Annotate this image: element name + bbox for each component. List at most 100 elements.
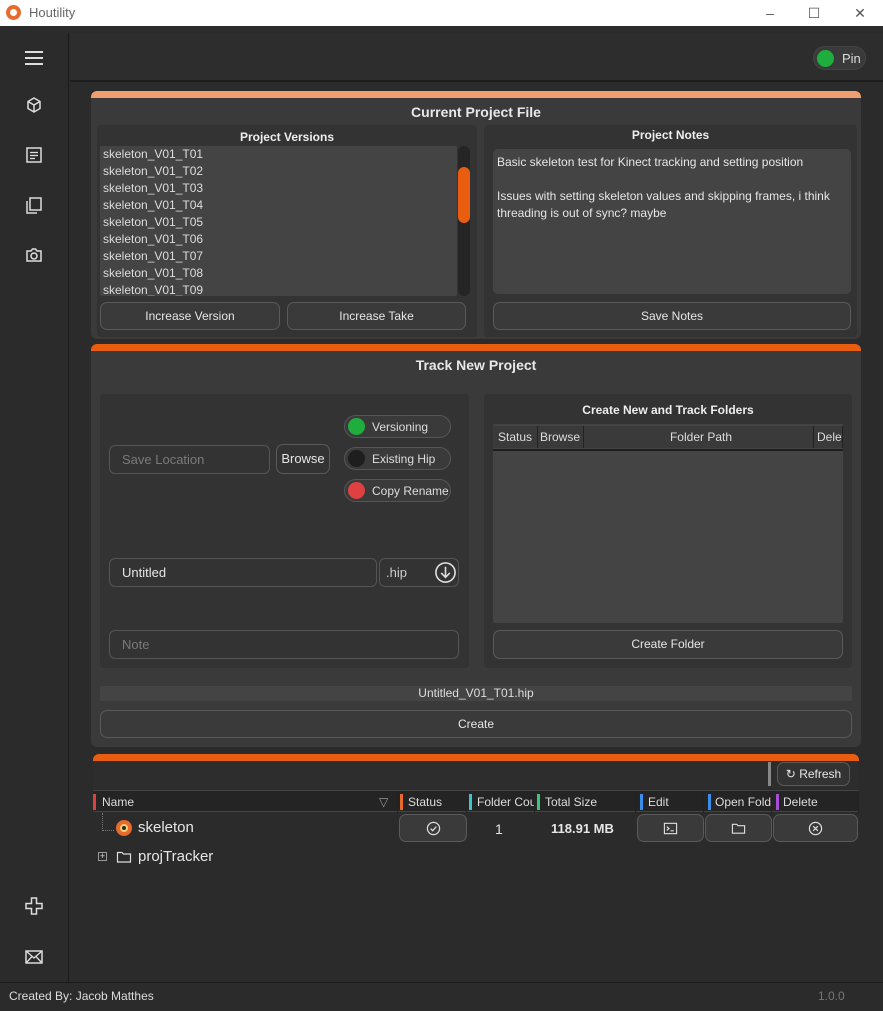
camera-icon[interactable] (24, 245, 44, 265)
column-open-folder[interactable]: Open Folder (706, 791, 772, 813)
open-folder-button[interactable] (705, 814, 772, 842)
plus-icon[interactable] (24, 896, 44, 916)
current-project-panel: Current Project File Project Versions sk… (91, 91, 861, 339)
column-accent (537, 794, 540, 810)
cube-icon[interactable] (24, 95, 44, 115)
column-edit[interactable]: Edit (638, 791, 704, 813)
save-location-input[interactable]: Save Location (109, 445, 270, 474)
column-accent (776, 794, 779, 810)
download-icon[interactable] (434, 561, 457, 584)
sort-down-icon[interactable]: ▽ (379, 791, 388, 813)
panel-title: Current Project File (411, 104, 541, 120)
versions-title: Project Versions (239, 130, 335, 144)
column-label: Name (102, 795, 135, 809)
list-item[interactable]: skeleton_V01_T07 (100, 248, 457, 265)
toggle-label: Copy Rename (372, 484, 449, 498)
column-label: Edit (648, 795, 669, 809)
column-browse[interactable]: Browse (538, 426, 584, 448)
status-check-button[interactable] (399, 814, 467, 842)
expand-icon[interactable]: + (98, 852, 107, 861)
column-accent (93, 794, 96, 810)
row-name: projTracker (138, 848, 214, 865)
column-label: Folder Count (477, 795, 534, 809)
total-size-value: 118.91 MB (551, 821, 614, 836)
version-text: 1.0.0 (818, 989, 845, 1003)
folder-count-value: 1 (495, 821, 503, 837)
pin-indicator-icon (817, 50, 834, 67)
tree-line (102, 813, 103, 831)
column-status[interactable]: Status (400, 791, 467, 813)
track-new-project-panel: Track New Project Save Location Browse V… (91, 344, 861, 747)
mail-icon[interactable] (24, 947, 44, 967)
column-folder-count[interactable]: Folder Count (469, 791, 535, 813)
browse-button[interactable]: Browse (276, 444, 330, 474)
existing-hip-toggle[interactable]: Existing Hip (344, 447, 451, 470)
refresh-label: Refresh (799, 767, 842, 781)
check-circle-icon (426, 821, 441, 836)
document-icon[interactable] (24, 145, 44, 165)
column-label: Status (408, 795, 443, 809)
list-item[interactable]: skeleton_V01_T04 (100, 197, 457, 214)
folders-box: Create New and Track Folders Status Brow… (484, 394, 852, 668)
edit-button[interactable] (637, 814, 704, 842)
list-item[interactable]: skeleton_V01_T09 (100, 282, 457, 296)
list-item[interactable]: skeleton_V01_T01 (100, 146, 457, 163)
column-status[interactable]: Status (493, 426, 538, 448)
pin-toggle[interactable]: Pin (813, 46, 866, 70)
copy-icon[interactable] (24, 195, 44, 215)
folders-title: Create New and Track Folders (582, 403, 754, 417)
project-name-input[interactable]: Untitled (109, 558, 377, 587)
table-row[interactable]: + projTracker (93, 845, 859, 871)
copy-rename-toggle[interactable]: Copy Rename (344, 479, 451, 502)
refresh-icon: ↻ (785, 767, 796, 781)
close-button[interactable]: ✕ (845, 2, 875, 24)
row-name: skeleton (138, 819, 194, 836)
column-total-size[interactable]: Total Size (537, 791, 636, 813)
credit-text: Created By: Jacob Matthes (9, 989, 154, 1003)
column-folder-path[interactable]: Folder Path (584, 426, 814, 448)
column-delete[interactable]: Delete (814, 426, 843, 448)
increase-version-button[interactable]: Increase Version (100, 302, 280, 330)
window-title: Houtility (29, 5, 76, 20)
note-input[interactable]: Note (109, 630, 459, 659)
column-label: Open Folder (715, 795, 772, 809)
tracker-accent (93, 754, 859, 761)
title-bar: Houtility – ☐ ✕ (0, 0, 883, 26)
column-delete[interactable]: Delete (774, 791, 859, 813)
new-project-form: Save Location Browse Versioning Existing… (100, 394, 469, 668)
list-item[interactable]: skeleton_V01_T02 (100, 163, 457, 180)
panel-accent (91, 344, 861, 351)
create-folder-button[interactable]: Create Folder (493, 630, 843, 659)
filename-preview: Untitled_V01_T01.hip (100, 686, 852, 701)
folders-table[interactable]: Status Browse Folder Path Delete (493, 424, 843, 623)
save-notes-button[interactable]: Save Notes (493, 302, 851, 330)
scrollbar-thumb[interactable] (458, 167, 470, 223)
versions-box: Project Versions skeleton_V01_T01 skelet… (97, 125, 477, 337)
footer: Created By: Jacob Matthes 1.0.0 (0, 982, 883, 1011)
delete-button[interactable] (773, 814, 858, 842)
table-divider (493, 449, 843, 451)
column-name[interactable]: Name ▽ (93, 791, 398, 813)
folder-icon (116, 849, 132, 870)
list-item[interactable]: skeleton_V01_T03 (100, 180, 457, 197)
increase-take-button[interactable]: Increase Take (287, 302, 466, 330)
create-button[interactable]: Create (100, 710, 852, 738)
column-label: Total Size (545, 795, 598, 809)
sidebar (0, 33, 69, 982)
notes-title: Project Notes (631, 128, 710, 142)
versioning-toggle[interactable]: Versioning (344, 415, 451, 438)
app-logo-icon (6, 5, 21, 20)
notes-textarea[interactable]: Basic skeleton test for Kinect tracking … (493, 149, 851, 294)
tracker-toolbar: ↻ Refresh (93, 761, 859, 789)
refresh-button[interactable]: ↻ Refresh (777, 762, 850, 786)
versions-list[interactable]: skeleton_V01_T01 skeleton_V01_T02 skelet… (100, 146, 457, 296)
extension-select[interactable]: .hip (379, 558, 459, 587)
menu-icon[interactable] (24, 48, 44, 68)
list-item[interactable]: skeleton_V01_T05 (100, 214, 457, 231)
table-row[interactable]: skeleton 1 118.91 MB (93, 813, 859, 843)
maximize-button[interactable]: ☐ (799, 2, 829, 24)
list-item[interactable]: skeleton_V01_T08 (100, 265, 457, 282)
list-item[interactable]: skeleton_V01_T06 (100, 231, 457, 248)
minimize-button[interactable]: – (755, 2, 785, 24)
versions-scrollbar[interactable] (458, 146, 470, 296)
